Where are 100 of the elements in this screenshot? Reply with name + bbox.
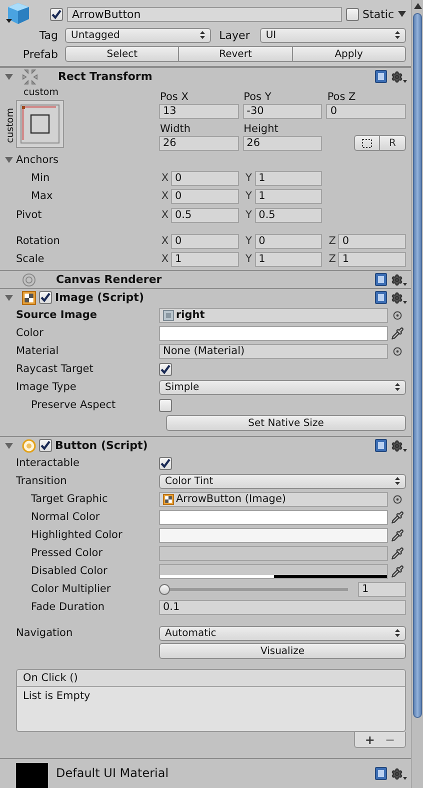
tag-label: Tag <box>38 28 58 42</box>
foldout-arrow-icon[interactable] <box>5 72 13 80</box>
component-header[interactable]: Button (Script) <box>0 436 411 454</box>
color-field[interactable] <box>159 326 388 340</box>
number-field[interactable]: 26 <box>159 136 239 150</box>
object-field[interactable]: ArrowButton (Image) <box>159 492 388 506</box>
set-native-size-button[interactable]: Set Native Size <box>166 415 406 431</box>
color-field[interactable] <box>159 528 388 542</box>
eyedropper-icon[interactable] <box>390 510 404 524</box>
component-header[interactable]: Canvas Renderer <box>0 270 411 288</box>
eyedropper-icon[interactable] <box>390 326 404 340</box>
help-icon[interactable] <box>375 273 387 286</box>
dropdown[interactable]: Simple <box>159 380 406 394</box>
number-field[interactable]: 1 <box>254 252 322 266</box>
scroll-up-icon[interactable] <box>414 3 422 9</box>
checkbox[interactable] <box>159 456 172 470</box>
material-title: Default UI Material <box>56 766 169 780</box>
component-title: Button (Script) <box>55 439 148 452</box>
add-button[interactable]: + <box>362 732 377 746</box>
dropdown-arrows-icon <box>395 629 400 637</box>
active-checkbox[interactable] <box>50 8 63 20</box>
component-header[interactable]: Rect Transform <box>0 67 411 85</box>
foldout-arrow-icon[interactable] <box>5 156 13 164</box>
axis-label: Y <box>244 172 253 184</box>
tag-dropdown[interactable]: Untagged <box>65 28 212 42</box>
settings-icon[interactable] <box>391 292 407 304</box>
prefab-button[interactable]: Select <box>65 46 180 62</box>
color-field[interactable] <box>159 510 388 524</box>
object-field[interactable]: right <box>159 308 388 322</box>
eyedropper-icon[interactable] <box>390 546 404 560</box>
eyedropper-icon[interactable] <box>390 528 404 542</box>
dropdown[interactable]: Color Tint <box>159 474 406 488</box>
dotted-rect-icon <box>362 138 372 148</box>
image-icon <box>22 290 36 304</box>
anchor-preset-button[interactable] <box>16 100 64 148</box>
property-label: Rotation <box>16 235 61 247</box>
number-field[interactable]: 0.5 <box>254 208 322 222</box>
property-label: Highlighted Color <box>31 529 124 541</box>
help-icon[interactable] <box>375 291 387 304</box>
object-picker-icon[interactable] <box>392 310 402 320</box>
layer-dropdown[interactable]: UI <box>260 28 406 42</box>
axis-label: X <box>160 235 170 247</box>
visualize-button[interactable]: Visualize <box>159 643 406 659</box>
prefab-label: Prefab <box>22 48 58 60</box>
cube-icon[interactable] <box>6 2 32 26</box>
foldout-arrow-icon[interactable] <box>5 294 13 302</box>
scroll-thumb[interactable] <box>413 13 422 718</box>
number-field[interactable]: 0 <box>338 234 406 248</box>
color-field[interactable] <box>159 564 388 578</box>
prefab-button[interactable]: Apply <box>292 46 406 62</box>
number-field[interactable]: 26 <box>242 136 322 150</box>
raw-edit-button[interactable]: R <box>380 135 406 151</box>
slider-thumb[interactable] <box>159 584 170 594</box>
number-field[interactable]: 1 <box>338 252 406 266</box>
number-field[interactable]: 0 <box>171 170 239 186</box>
axis-label: Y <box>244 209 253 221</box>
static-checkbox[interactable] <box>346 8 359 20</box>
settings-icon[interactable] <box>391 70 407 82</box>
object-picker-icon[interactable] <box>392 494 402 504</box>
number-field[interactable]: 1 <box>171 252 239 266</box>
dropdown-arrows-icon <box>200 31 206 39</box>
number-field[interactable]: 0.5 <box>171 208 239 222</box>
enabled-checkbox[interactable] <box>39 291 52 304</box>
settings-icon[interactable] <box>391 768 407 780</box>
target-icon <box>22 272 36 286</box>
name-field[interactable]: ArrowButton <box>67 6 342 22</box>
number-field[interactable]: 1 <box>254 170 322 186</box>
enabled-checkbox[interactable] <box>39 439 52 452</box>
checkbox[interactable] <box>159 398 172 412</box>
number-field[interactable]: -30 <box>242 104 322 118</box>
property-label: Image Type <box>16 381 78 393</box>
help-icon[interactable] <box>375 439 387 452</box>
number-field[interactable]: 0 <box>254 234 322 248</box>
eyedropper-icon[interactable] <box>390 564 404 578</box>
checkbox[interactable] <box>159 362 172 376</box>
settings-icon[interactable] <box>391 274 407 286</box>
number-field[interactable]: 0 <box>326 104 406 118</box>
number-field[interactable]: 0.1 <box>159 600 406 614</box>
prefab-button[interactable]: Revert <box>179 46 293 62</box>
property-label: Preserve Aspect <box>31 399 117 411</box>
dropdown[interactable]: Automatic <box>159 626 406 640</box>
help-icon[interactable] <box>375 767 387 780</box>
property-label: Pivot <box>16 209 43 221</box>
number-field[interactable]: 13 <box>159 104 239 118</box>
number-field[interactable]: 0 <box>171 234 239 248</box>
help-icon[interactable] <box>375 70 387 83</box>
object-picker-icon[interactable] <box>392 346 402 356</box>
property-label: Source Image <box>16 309 98 321</box>
object-field[interactable]: None (Material) <box>159 344 388 358</box>
settings-icon[interactable] <box>391 440 407 452</box>
scrollbar[interactable] <box>411 0 423 788</box>
color-field[interactable] <box>159 546 388 560</box>
component-header[interactable]: Image (Script) <box>0 288 411 306</box>
number-field[interactable]: 1 <box>254 188 322 204</box>
number-field[interactable]: 0 <box>171 188 239 204</box>
number-field[interactable]: 1 <box>358 582 406 596</box>
caret-icon[interactable] <box>398 11 406 17</box>
blueprint-mode-button[interactable] <box>354 135 380 151</box>
foldout-arrow-icon[interactable] <box>5 442 13 450</box>
property-label: Disabled Color <box>31 565 108 577</box>
